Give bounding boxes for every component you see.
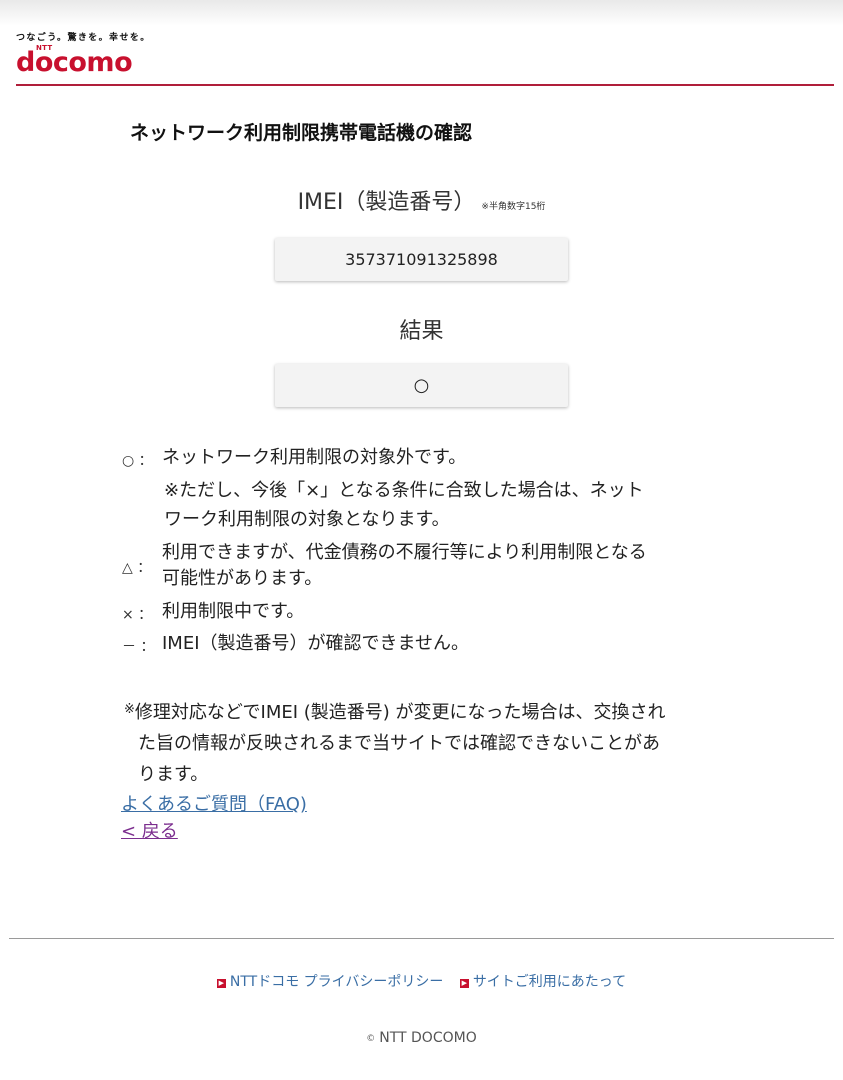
imei-value-field[interactable]: 357371091325898 [275, 238, 568, 281]
copyright-text: NTT DOCOMO [379, 1030, 477, 1046]
legend-text: 可能性があります。 [162, 568, 323, 589]
legend-text: IMEI（製造番号）が確認できません。 [162, 633, 469, 654]
header-divider [16, 84, 834, 86]
imei-label-row: IMEI（製造番号） ※半角数字15桁 [0, 184, 843, 216]
arrow-box-icon: ▶ [459, 979, 469, 988]
legend-text: ※ただし、今後「×」となる条件に合致した場合は、ネット [164, 480, 644, 501]
copyright: © NTT DOCOMO [0, 1030, 843, 1046]
circle-symbol: ○ ： [122, 453, 153, 469]
copyright-symbol: © [366, 1034, 376, 1044]
page-title: ネットワーク利用制限携帯電話機の確認 [130, 122, 473, 144]
cross-symbol: × ： [122, 607, 153, 623]
note-line-3: ります。 [138, 764, 209, 785]
legend-text: 利用できますが、代金債務の不履行等により利用制限となる [162, 542, 647, 563]
note-line-1: ※修理対応などでIMEI (製造番号) が変更になった場合は、交換され [124, 694, 666, 728]
brand-tagline: つなごう。驚きを。幸せを。 [16, 33, 151, 43]
site-header: つなごう。驚きを。幸せを。 NTT docomo [0, 0, 843, 86]
note-line-2: た旨の情報が反映されるまで当サイトでは確認できないことがあ [138, 733, 660, 754]
imei-change-note: ※修理対応などでIMEI (製造番号) が変更になった場合は、交換され た旨の情… [124, 694, 666, 790]
legend-text: ワーク利用制限の対象となります。 [164, 509, 450, 530]
site-terms-label: サイトご利用にあたって [472, 974, 627, 990]
arrow-box-icon: ▶ [216, 979, 226, 988]
note-asterisk: ※ [124, 702, 135, 717]
privacy-policy-link[interactable]: ▶ NTTドコモ プライバシーポリシー [216, 971, 444, 991]
footer-divider [9, 938, 834, 939]
triangle-symbol: △ ： [122, 560, 152, 576]
imei-label: IMEI（製造番号） [297, 190, 476, 215]
legend-text: ネットワーク利用制限の対象外です。 [162, 447, 467, 468]
faq-link[interactable]: よくあるご質問（FAQ) [121, 790, 307, 816]
imei-format-note: ※半角数字15桁 [481, 202, 546, 212]
legend-text: 利用制限中です。 [162, 601, 305, 622]
footer-links: ▶ NTTドコモ プライバシーポリシー ▶ サイトご利用にあたって [0, 971, 843, 991]
privacy-policy-label: NTTドコモ プライバシーポリシー [229, 974, 444, 990]
site-terms-link[interactable]: ▶ サイトご利用にあたって [459, 971, 627, 991]
note-text: 修理対応などでIMEI (製造番号) が変更になった場合は、交換され [134, 702, 666, 723]
back-link[interactable]: < 戻る [121, 817, 178, 843]
result-label: 結果 [399, 319, 444, 344]
dash-symbol: － ： [122, 639, 155, 655]
docomo-logo[interactable]: docomo [16, 48, 133, 78]
result-value-field: ○ [275, 364, 568, 407]
